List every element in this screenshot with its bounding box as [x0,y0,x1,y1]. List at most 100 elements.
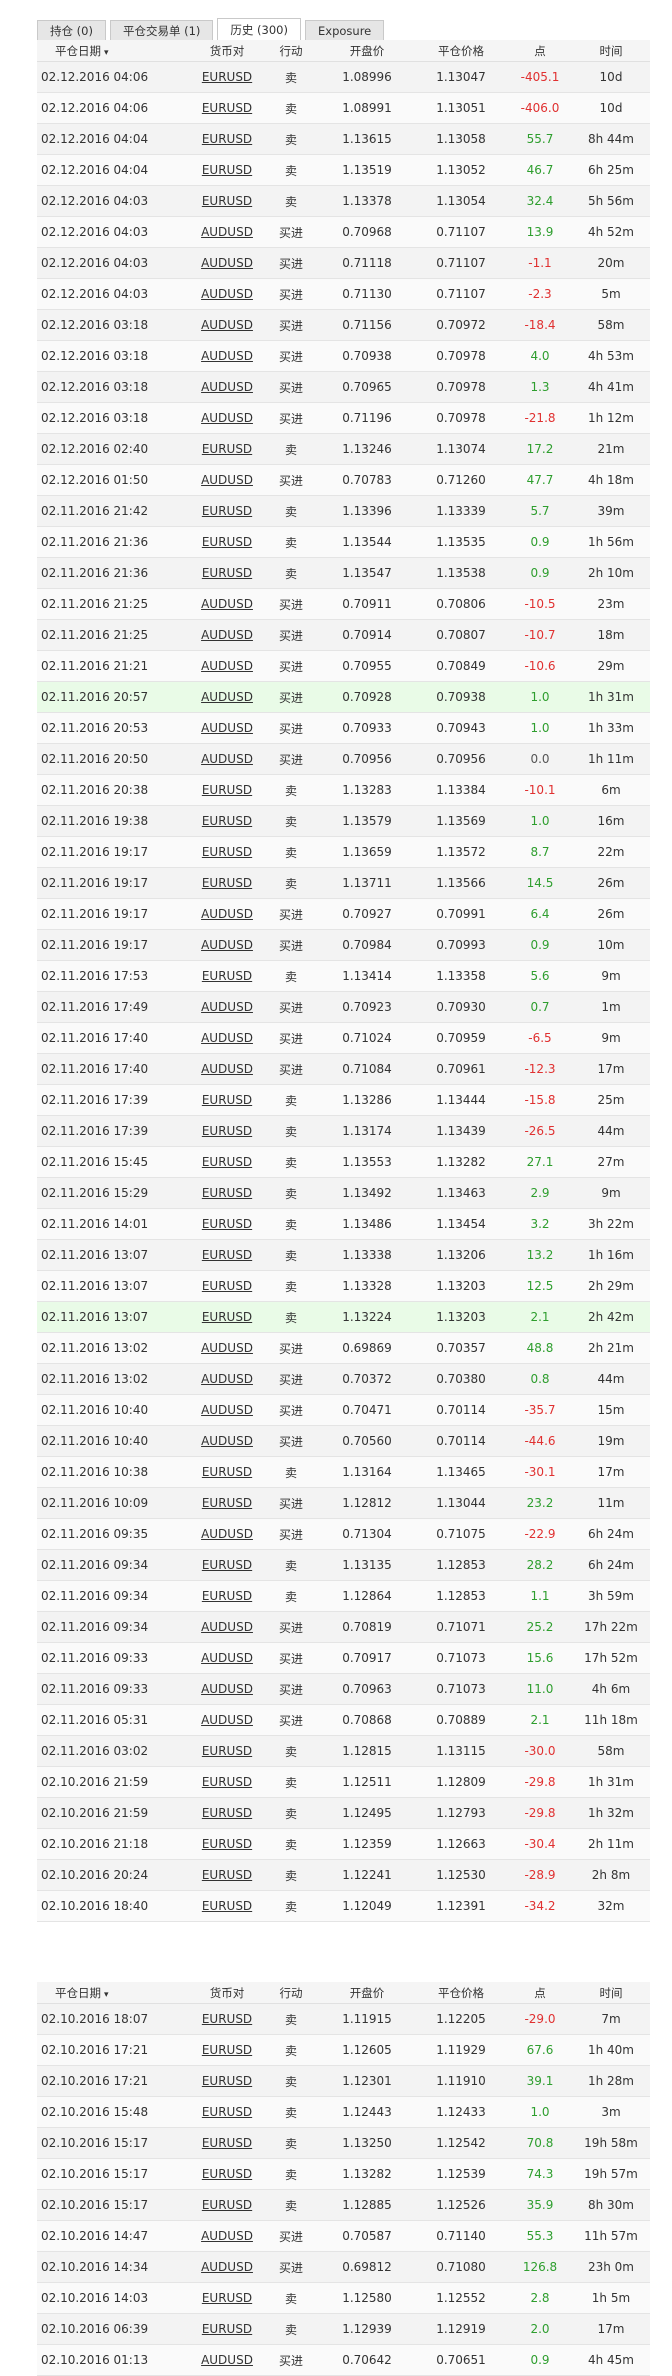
symbol-link[interactable]: EURUSD [202,535,252,549]
table-row[interactable]: 02.11.2016 21:25 AUDUSD 买进 0.70911 0.70806 -1… [37,589,650,620]
symbol-link[interactable]: EURUSD [202,1248,252,1262]
cell-symbol[interactable]: EURUSD [192,1186,262,1200]
symbol-link[interactable]: AUDUSD [201,380,253,394]
cell-symbol[interactable]: AUDUSD [192,1713,262,1727]
column-header-close-date[interactable]: 平仓日期 ▾ [37,43,192,59]
cell-symbol[interactable]: EURUSD [192,845,262,859]
symbol-link[interactable]: EURUSD [202,1806,252,1820]
symbol-link[interactable]: EURUSD [202,1899,252,1913]
table-row[interactable]: 02.10.2016 21:18 EURUSD 卖 1.12359 1.12663 -30… [37,1829,650,1860]
cell-symbol[interactable]: AUDUSD [192,690,262,704]
symbol-link[interactable]: EURUSD [202,2291,252,2305]
cell-symbol[interactable]: AUDUSD [192,1062,262,1076]
symbol-link[interactable]: EURUSD [202,1186,252,1200]
table-row[interactable]: 02.12.2016 04:03 AUDUSD 买进 0.71118 0.71107 -1… [37,248,650,279]
cell-symbol[interactable]: EURUSD [192,504,262,518]
symbol-link[interactable]: EURUSD [202,2074,252,2088]
table-row[interactable]: 02.11.2016 17:53 EURUSD 卖 1.13414 1.13358 5.6… [37,961,650,992]
column-header-symbol[interactable]: 货币对 [192,43,262,59]
table-row[interactable]: 02.10.2016 17:21 EURUSD 卖 1.12605 1.11929 67.… [37,2035,650,2066]
table-row[interactable]: 02.11.2016 19:17 EURUSD 卖 1.13659 1.13572 8.7… [37,837,650,868]
symbol-link[interactable]: AUDUSD [201,907,253,921]
symbol-link[interactable]: AUDUSD [201,1403,253,1417]
cell-symbol[interactable]: EURUSD [192,2322,262,2336]
table-row[interactable]: 02.11.2016 13:02 AUDUSD 买进 0.70372 0.70380 0.… [37,1364,650,1395]
symbol-link[interactable]: EURUSD [202,1775,252,1789]
table-row[interactable]: 02.11.2016 17:40 AUDUSD 买进 0.71024 0.70959 -6… [37,1023,650,1054]
cell-symbol[interactable]: AUDUSD [192,380,262,394]
symbol-link[interactable]: EURUSD [202,2012,252,2026]
symbol-link[interactable]: EURUSD [202,2043,252,2057]
column-header-close-price[interactable]: 平仓价格 [414,1985,508,2001]
table-row[interactable]: 02.11.2016 09:34 AUDUSD 买进 0.70819 0.71071 25… [37,1612,650,1643]
symbol-link[interactable]: AUDUSD [201,938,253,952]
table-row[interactable]: 02.11.2016 13:07 EURUSD 卖 1.13224 1.13203 2.1… [37,1302,650,1333]
cell-symbol[interactable]: EURUSD [192,2198,262,2212]
symbol-link[interactable]: EURUSD [202,566,252,580]
cell-symbol[interactable]: AUDUSD [192,938,262,952]
symbol-link[interactable]: AUDUSD [201,1434,253,1448]
symbol-link[interactable]: AUDUSD [201,287,253,301]
column-header-duration[interactable]: 时间 [572,43,650,59]
cell-symbol[interactable]: AUDUSD [192,1651,262,1665]
cell-symbol[interactable]: AUDUSD [192,2353,262,2367]
cell-symbol[interactable]: EURUSD [192,1465,262,1479]
symbol-link[interactable]: EURUSD [202,504,252,518]
table-row[interactable]: 02.11.2016 21:21 AUDUSD 买进 0.70955 0.70849 -1… [37,651,650,682]
table-row[interactable]: 02.11.2016 19:17 EURUSD 卖 1.13711 1.13566 14.… [37,868,650,899]
table-row[interactable]: 02.12.2016 03:18 AUDUSD 买进 0.70938 0.70978 4.… [37,341,650,372]
table-row[interactable]: 02.11.2016 20:38 EURUSD 卖 1.13283 1.13384 -10… [37,775,650,806]
symbol-link[interactable]: EURUSD [202,1465,252,1479]
symbol-link[interactable]: EURUSD [202,163,252,177]
table-row[interactable]: 02.11.2016 19:17 AUDUSD 买进 0.70927 0.70991 6.… [37,899,650,930]
symbol-link[interactable]: AUDUSD [201,1062,253,1076]
column-header-duration[interactable]: 时间 [572,1985,650,2001]
cell-symbol[interactable]: EURUSD [192,101,262,115]
cell-symbol[interactable]: AUDUSD [192,597,262,611]
column-header-close-price[interactable]: 平仓价格 [414,43,508,59]
cell-symbol[interactable]: AUDUSD [192,1620,262,1634]
cell-symbol[interactable]: EURUSD [192,1155,262,1169]
cell-symbol[interactable]: AUDUSD [192,2229,262,2243]
table-row[interactable]: 02.10.2016 14:34 AUDUSD 买进 0.69812 0.71080 12… [37,2252,650,2283]
symbol-link[interactable]: EURUSD [202,814,252,828]
column-header-action[interactable]: 行动 [262,43,320,59]
cell-symbol[interactable]: EURUSD [192,442,262,456]
tab-2[interactable]: 历史 (300) [217,18,301,40]
cell-symbol[interactable]: AUDUSD [192,1527,262,1541]
symbol-link[interactable]: AUDUSD [201,721,253,735]
symbol-link[interactable]: EURUSD [202,101,252,115]
table-row[interactable]: 02.11.2016 19:38 EURUSD 卖 1.13579 1.13569 1.0… [37,806,650,837]
table-row[interactable]: 02.10.2016 01:13 AUDUSD 买进 0.70642 0.70651 0.… [37,2345,650,2376]
cell-symbol[interactable]: EURUSD [192,2136,262,2150]
cell-symbol[interactable]: EURUSD [192,1558,262,1572]
table-row[interactable]: 02.11.2016 03:02 EURUSD 卖 1.12815 1.13115 -30… [37,1736,650,1767]
symbol-link[interactable]: EURUSD [202,132,252,146]
table-row[interactable]: 02.10.2016 15:17 EURUSD 卖 1.13250 1.12542 70.… [37,2128,650,2159]
table-row[interactable]: 02.11.2016 10:40 AUDUSD 买进 0.70560 0.70114 -4… [37,1426,650,1457]
symbol-link[interactable]: EURUSD [202,2136,252,2150]
cell-symbol[interactable]: EURUSD [192,566,262,580]
table-row[interactable]: 02.10.2016 20:24 EURUSD 卖 1.12241 1.12530 -28… [37,1860,650,1891]
symbol-link[interactable]: EURUSD [202,783,252,797]
table-row[interactable]: 02.10.2016 17:21 EURUSD 卖 1.12301 1.11910 39.… [37,2066,650,2097]
cell-symbol[interactable]: EURUSD [192,2043,262,2057]
symbol-link[interactable]: EURUSD [202,1558,252,1572]
table-row[interactable]: 02.11.2016 21:42 EURUSD 卖 1.13396 1.13339 5.7… [37,496,650,527]
cell-symbol[interactable]: EURUSD [192,1093,262,1107]
table-row[interactable]: 02.10.2016 15:17 EURUSD 卖 1.12885 1.12526 35.… [37,2190,650,2221]
tab-1[interactable]: 平仓交易单 (1) [109,20,214,40]
symbol-link[interactable]: AUDUSD [201,1682,253,1696]
table-row[interactable]: 02.11.2016 09:34 EURUSD 卖 1.13135 1.12853 28.… [37,1550,650,1581]
cell-symbol[interactable]: AUDUSD [192,473,262,487]
symbol-link[interactable]: EURUSD [202,1155,252,1169]
symbol-link[interactable]: EURUSD [202,1124,252,1138]
table-row[interactable]: 02.11.2016 17:40 AUDUSD 买进 0.71084 0.70961 -1… [37,1054,650,1085]
symbol-link[interactable]: EURUSD [202,969,252,983]
symbol-link[interactable]: EURUSD [202,876,252,890]
column-header-action[interactable]: 行动 [262,1985,320,2001]
symbol-link[interactable]: EURUSD [202,1868,252,1882]
table-row[interactable]: 02.12.2016 04:03 AUDUSD 买进 0.71130 0.71107 -2… [37,279,650,310]
table-row[interactable]: 02.12.2016 04:06 EURUSD 卖 1.08996 1.13047 -40… [37,62,650,93]
symbol-link[interactable]: AUDUSD [201,628,253,642]
